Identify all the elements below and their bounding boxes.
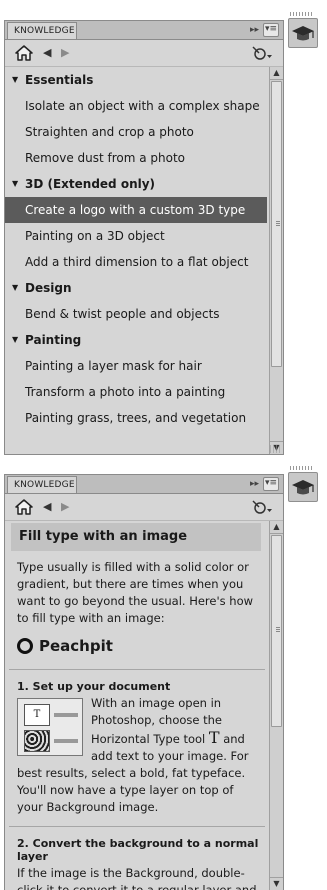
article-title: Fill type with an image	[11, 523, 261, 551]
step-title: 2. Convert the background to a normal la…	[17, 837, 259, 863]
article-intro: Type usually is filled with a solid colo…	[17, 560, 254, 625]
dock-grip	[290, 466, 314, 470]
panel-toolbar: ◀ ▶	[5, 494, 283, 521]
list-item[interactable]: Transform a photo into a painting	[5, 379, 269, 405]
panel-menu-icon[interactable]: ▾≡	[263, 477, 279, 491]
list-item[interactable]: Bend & twist people and objects	[5, 301, 269, 327]
resize-handle[interactable]	[270, 445, 282, 453]
dock-grip	[290, 12, 314, 16]
scrollbar-thumb[interactable]	[271, 535, 282, 727]
list-item[interactable]: Painting grass, trees, and vegetation	[5, 405, 269, 431]
panel-tab-bar: KNOWLEDGE ▸▸ ▾≡	[5, 21, 283, 40]
layer-name-bar	[54, 713, 78, 717]
home-icon[interactable]	[15, 499, 33, 515]
section-3d[interactable]: ▼ 3D (Extended only)	[5, 171, 269, 197]
publisher-logo: Peachpit	[5, 627, 269, 663]
disclosure-triangle-icon: ▼	[12, 75, 19, 84]
content-fade	[5, 436, 269, 454]
section-title: 3D (Extended only)	[25, 177, 156, 191]
knowledge-panel-bottom: KNOWLEDGE ▸▸ ▾≡ ◀ ▶ Fill type with an im…	[4, 474, 284, 890]
home-icon[interactable]	[15, 45, 33, 61]
scroll-down-arrow-icon[interactable]: ▼	[270, 877, 283, 890]
step-title: 1. Set up your document	[17, 680, 171, 693]
article-view: Fill type with an image Type usually is …	[5, 521, 269, 890]
type-layer-thumb: T	[24, 704, 50, 726]
scrollbar-thumb[interactable]	[271, 81, 282, 367]
list-item[interactable]: Isolate an object with a complex shape	[5, 93, 269, 119]
disclosure-triangle-icon: ▼	[12, 179, 19, 188]
forward-arrow-icon[interactable]: ▶	[61, 501, 69, 513]
tools-options-icon[interactable]	[251, 499, 273, 515]
horizontal-type-tool-icon: T	[208, 728, 220, 747]
peachpit-logo-icon	[17, 638, 33, 654]
panel-toolbar: ◀ ▶	[5, 40, 283, 67]
scroll-up-arrow-icon[interactable]: ▲	[270, 67, 283, 80]
graduation-cap-icon	[292, 480, 314, 495]
layer-name-bar	[54, 739, 78, 743]
step-body: T With an image open in Photoshop, choos…	[5, 693, 269, 816]
scroll-up-arrow-icon[interactable]: ▲	[270, 521, 283, 534]
panel-menu-icon[interactable]: ▾≡	[263, 23, 279, 37]
section-essentials[interactable]: ▼ Essentials	[5, 67, 269, 93]
topic-list: ▼ Essentials Isolate an object with a com…	[5, 67, 269, 454]
thumb-grip	[276, 220, 280, 226]
forward-arrow-icon[interactable]: ▶	[61, 47, 69, 59]
section-title: Design	[25, 281, 72, 295]
section-design[interactable]: ▼ Design	[5, 275, 269, 301]
list-item-selected[interactable]: Create a logo with a custom 3D type	[5, 197, 267, 223]
tab-knowledge[interactable]: KNOWLEDGE	[7, 476, 77, 493]
step-body: If the image is the Background, double-c…	[17, 866, 257, 890]
thumb-grip	[276, 626, 280, 632]
section-title: Painting	[25, 333, 82, 347]
knowledge-dock-button[interactable]	[288, 18, 318, 48]
graduation-cap-icon	[292, 26, 314, 41]
step-text: With an image open in Photoshop, choose …	[91, 696, 223, 746]
panel-tab-bar: KNOWLEDGE ▸▸ ▾≡	[5, 475, 283, 494]
scrollbar[interactable]: ▲ ▼	[269, 521, 283, 890]
layers-thumbnail-image[interactable]: T	[17, 698, 83, 756]
collapse-panel-icon[interactable]: ▸▸	[250, 477, 259, 491]
section-title: Essentials	[25, 73, 94, 87]
list-item[interactable]: Remove dust from a photo	[5, 145, 269, 171]
publisher-name: Peachpit	[39, 637, 113, 655]
tab-knowledge[interactable]: KNOWLEDGE	[7, 22, 77, 39]
list-item[interactable]: Painting a layer mask for hair	[5, 353, 269, 379]
knowledge-panel-top: KNOWLEDGE ▸▸ ▾≡ ◀ ▶ ▼ Essentials Isolate …	[4, 20, 284, 455]
back-arrow-icon[interactable]: ◀	[43, 501, 51, 513]
section-painting[interactable]: ▼ Painting	[5, 327, 269, 353]
collapse-panel-icon[interactable]: ▸▸	[250, 23, 259, 37]
disclosure-triangle-icon: ▼	[12, 335, 19, 344]
list-item[interactable]: Painting on a 3D object	[5, 223, 269, 249]
background-layer-thumb	[24, 730, 50, 752]
disclosure-triangle-icon: ▼	[12, 283, 19, 292]
back-arrow-icon[interactable]: ◀	[43, 47, 51, 59]
list-item[interactable]: Add a third dimension to a flat object	[5, 249, 269, 275]
side-dock-knowledge	[286, 12, 318, 56]
knowledge-dock-button[interactable]	[288, 472, 318, 502]
list-item[interactable]: Straighten and crop a photo	[5, 119, 269, 145]
tools-options-icon[interactable]	[251, 45, 273, 61]
scrollbar[interactable]: ▲ ▼	[269, 67, 283, 454]
side-dock-knowledge	[286, 466, 318, 510]
